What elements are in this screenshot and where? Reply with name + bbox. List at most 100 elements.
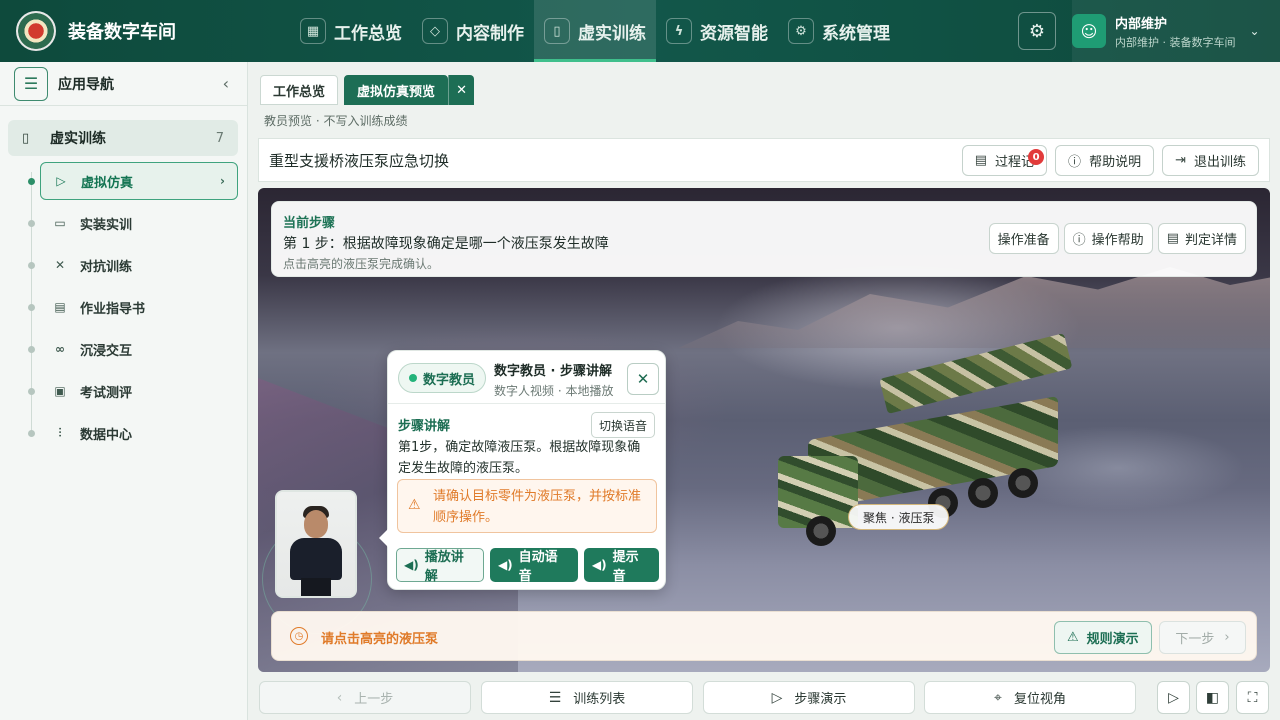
button-label: 下一步 — [1175, 632, 1215, 647]
reset-view-button[interactable]: ⌖ 复位视角 — [924, 681, 1136, 714]
help-button[interactable]: ⓘ 帮助说明 — [1055, 145, 1155, 176]
button-label: 播放讲解 — [424, 550, 464, 584]
page-title: 重型支援桥液压泵应急切换 — [269, 151, 450, 170]
sidebar-item-work-guide[interactable]: ▤ 作业指导书 — [40, 288, 238, 326]
warning-text: 请确认目标零件为液压泵，并按标准顺序操作。 — [433, 489, 642, 525]
button-label: 规则演示 — [1086, 632, 1139, 647]
step-demo-button[interactable]: ▷ 步骤演示 — [703, 681, 915, 714]
next-step-button[interactable]: 下一步 › — [1159, 621, 1246, 654]
speaker-icon: ◀) — [591, 558, 607, 572]
focus-label[interactable]: 聚焦 · 液压泵 — [848, 504, 950, 530]
button-label: 自动语音 — [518, 550, 558, 584]
play-explanation-button[interactable]: ◀) 播放讲解 — [396, 548, 484, 584]
tree-dot — [28, 304, 35, 311]
auto-voice-button[interactable]: ◀) 自动语音 — [489, 548, 578, 584]
nav-training[interactable]: ▯ 虚实训练 — [534, 0, 656, 62]
nav-content[interactable]: ◇ 内容制作 — [412, 0, 534, 62]
brand: 装备数字车间 — [0, 11, 290, 51]
nav-overview[interactable]: ▦ 工作总览 — [290, 0, 412, 62]
wheel — [1008, 468, 1038, 498]
tab-sim-preview[interactable]: 虚拟仿真预览 — [344, 75, 449, 105]
bottom-toolbar: ‹ 上一步 ☰ 训练列表 ▷ 步骤演示 ⌖ 复位视角 ▷ ◧ ⛶ — [248, 676, 1280, 720]
list-icon: ☰ — [548, 689, 562, 706]
step-instruction: 第 1 步：根据故障现象确定是哪一个液压泵发生故障 — [283, 236, 609, 252]
nav-label: 系统管理 — [822, 23, 890, 44]
instructor-tag: 数字教员 — [398, 363, 487, 393]
settings-button[interactable]: ⚙ — [1018, 12, 1056, 50]
button-label: 步骤演示 — [794, 692, 847, 707]
sidebar-item-label: 作业指导书 — [80, 301, 146, 317]
crosshair-icon: ⌖ — [994, 689, 1002, 706]
nav-system[interactable]: ⚙ 系统管理 — [778, 0, 900, 62]
fullscreen-icon[interactable]: ⛶ — [1236, 681, 1269, 714]
nav-label: 内容制作 — [456, 23, 524, 44]
gear-icon: ⚙ — [788, 18, 814, 44]
beep-button[interactable]: ◀) 提示音 — [583, 548, 659, 584]
prev-step-button[interactable]: ‹ 上一步 — [259, 681, 471, 714]
chevron-down-icon: ⌄ — [1249, 24, 1260, 38]
step-heading: 当前步骤 — [283, 216, 336, 231]
help-icon: ⓘ — [1072, 233, 1086, 248]
sidebar-title: 应用导航 — [58, 76, 114, 93]
nav-resources[interactable]: ϟ 资源智能 — [656, 0, 778, 62]
user-subtitle: 内部维护 · 装备数字车间 — [1115, 35, 1236, 49]
tag-label: 数字教员 — [423, 372, 476, 388]
exit-training-button[interactable]: ⇥ 退出训练 — [1162, 145, 1259, 176]
group-count: 7 — [215, 130, 224, 146]
bolt-icon: ϟ — [666, 18, 692, 44]
close-icon[interactable]: ✕ — [627, 363, 659, 395]
button-label: 帮助说明 — [1089, 155, 1142, 170]
sidebar-item-virtual-sim[interactable]: ▷ 虚拟仿真 › — [40, 162, 238, 200]
prepare-button[interactable]: 操作准备 — [988, 223, 1059, 254]
nav-label: 资源智能 — [700, 23, 768, 44]
instructor-subtitle: 数字人视频 · 本地播放 — [494, 384, 614, 398]
status-dot — [409, 374, 417, 382]
sidebar-item-immersive[interactable]: ∞ 沉浸交互 — [40, 330, 238, 368]
rule-demo-button[interactable]: ⚠ 规则演示 — [1054, 621, 1152, 654]
document-icon: ▤ — [54, 300, 66, 314]
button-label: 操作帮助 — [1091, 233, 1144, 248]
digital-instructor-avatar[interactable] — [275, 490, 357, 598]
sidebar-item-data-center[interactable]: ⫶ 数据中心 — [40, 414, 238, 452]
wheel — [806, 516, 836, 546]
exit-icon: ⇥ — [1175, 153, 1186, 168]
sidebar-item-exam[interactable]: ▣ 考试测评 — [40, 372, 238, 410]
speaker-icon: ◀) — [404, 558, 419, 572]
step-actions: 操作准备 ⓘ 操作帮助 ▤ 判定详情 — [984, 223, 1246, 254]
close-icon[interactable]: ✕ — [448, 75, 475, 105]
training-list-button[interactable]: ☰ 训练列表 — [481, 681, 693, 714]
swords-icon: ✕ — [54, 258, 66, 272]
document-icon: ▤ — [1166, 231, 1179, 246]
sidebar-item-label: 对抗训练 — [80, 259, 133, 275]
record-count-badge: 0 — [1028, 149, 1045, 165]
switch-voice-button[interactable]: 切换语音 — [590, 412, 655, 438]
operation-help-button[interactable]: ⓘ 操作帮助 — [1063, 223, 1153, 254]
play-panel-icon[interactable]: ▷ — [1157, 681, 1190, 714]
wheel — [968, 478, 998, 508]
sidebar-item-adversarial[interactable]: ✕ 对抗训练 — [40, 246, 238, 284]
collapse-sidebar-icon[interactable]: ‹ — [223, 74, 229, 93]
sidebar-group-training[interactable]: ▯ 虚实训练 7 — [8, 120, 238, 156]
group-label: 虚实训练 — [50, 131, 106, 147]
chevron-right-icon: › — [220, 174, 225, 188]
menu-button[interactable]: ☰ — [14, 66, 48, 101]
judge-details-button[interactable]: ▤ 判定详情 — [1157, 223, 1246, 254]
top-right: ⚙ ☺ 内部维护 内部维护 · 装备数字车间 ⌄ — [1018, 0, 1280, 62]
button-label: 复位视角 — [1013, 692, 1066, 707]
warning-icon: ⚠ — [1067, 630, 1079, 645]
side-panel-icon[interactable]: ◧ — [1196, 681, 1229, 714]
user-info: 内部维护 内部维护 · 装备数字车间 — [1115, 13, 1236, 50]
button-label: 上一步 — [354, 692, 394, 707]
sidebar-item-real-training[interactable]: ▭ 实装实训 — [40, 204, 238, 242]
tab-bar: 工作总览 虚拟仿真预览 ✕ — [260, 75, 475, 105]
button-label: 退出训练 — [1193, 155, 1246, 170]
simulation-viewport[interactable]: 聚焦 · 液压泵 当前步骤 第 1 步：根据故障现象确定是哪一个液压泵发生故障 … — [258, 188, 1270, 672]
tab-overview[interactable]: 工作总览 — [260, 75, 339, 105]
book-icon: ▯ — [544, 18, 570, 44]
user-menu[interactable]: ☺ 内部维护 内部维护 · 装备数字车间 ⌄ — [1072, 0, 1280, 62]
book-icon: ▯ — [22, 130, 30, 146]
warning-icon: ⚠ — [408, 497, 421, 513]
tree-dot — [28, 346, 35, 353]
sidebar-header: ☰ 应用导航 ‹ — [0, 62, 247, 106]
process-record-button[interactable]: ▤ 过程记 0 — [961, 145, 1048, 176]
